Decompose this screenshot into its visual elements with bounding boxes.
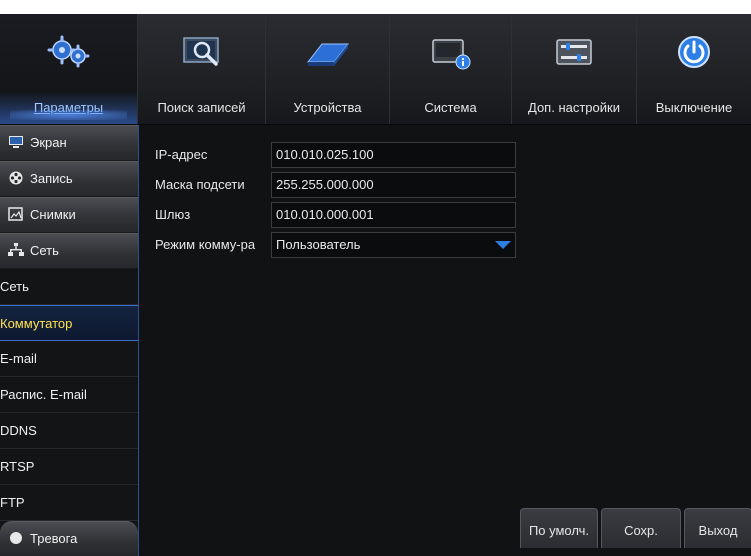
nav-tab-system[interactable]: Система	[390, 14, 512, 124]
subnet-mask-field[interactable]: 255.255.000.000	[271, 172, 516, 198]
switch-mode-label: Режим комму-ра	[155, 237, 256, 252]
network-icon	[8, 243, 24, 256]
advanced-settings-icon	[556, 39, 592, 65]
save-button[interactable]: Сохр.	[601, 508, 681, 548]
sidebar-item-email-schedule[interactable]: Распис. E-mail	[0, 377, 138, 413]
gateway-field[interactable]: 010.010.000.001	[271, 202, 516, 228]
ip-address-label: IP-адрес	[155, 147, 208, 162]
switch-mode-value: Пользователь	[276, 237, 361, 252]
nav-tab-advanced[interactable]: Доп. настройки	[512, 14, 637, 124]
nav-tab-devices[interactable]: Устройства	[266, 14, 390, 124]
nav-tab-label: Система	[424, 100, 477, 115]
gateway-label: Шлюз	[155, 207, 191, 222]
sidebar-section-label: Тревога	[30, 531, 78, 546]
sidebar-item-ddns[interactable]: DDNS	[0, 413, 138, 449]
dvr-settings-window: Параметры Поиск записей Устройства Систе…	[0, 14, 751, 556]
gears-icon	[47, 35, 89, 68]
switch-settings-panel: IP-адрес 010.010.025.100 Маска подсети 2…	[138, 125, 751, 556]
sidebar-item-email[interactable]: E-mail	[0, 341, 138, 377]
monitor-icon	[9, 136, 23, 148]
ip-address-field[interactable]: 010.010.025.100	[271, 142, 516, 168]
nav-tab-label: Поиск записей	[157, 100, 246, 115]
sidebar-section-snapshots[interactable]: Снимки	[0, 197, 138, 233]
nav-tab-shutdown[interactable]: Выключение	[637, 14, 751, 124]
nav-tab-search-records[interactable]: Поиск записей	[138, 14, 266, 124]
sidebar: Экран Запись Снимки Сеть Сеть Коммутатор…	[0, 125, 138, 556]
exit-button[interactable]: Выход	[684, 508, 751, 548]
nav-tab-parameters[interactable]: Параметры	[0, 14, 138, 124]
top-navigation: Параметры Поиск записей Устройства Систе…	[0, 14, 751, 125]
sidebar-section-alarm[interactable]: Тревога	[0, 521, 138, 556]
default-button[interactable]: По умолч.	[520, 508, 598, 548]
snapshot-icon	[8, 207, 23, 221]
hdd-icon	[306, 43, 349, 66]
sidebar-section-record[interactable]: Запись	[0, 161, 138, 197]
search-records-icon	[182, 37, 219, 66]
sidebar-section-label: Сеть	[30, 243, 59, 258]
sidebar-section-label: Экран	[30, 135, 67, 150]
nav-tab-label: Параметры	[33, 100, 104, 115]
sidebar-item-rtsp[interactable]: RTSP	[0, 449, 138, 485]
sidebar-section-network[interactable]: Сеть	[0, 233, 138, 269]
sidebar-item-switch[interactable]: Коммутатор	[0, 305, 138, 341]
nav-tab-label: Устройства	[293, 100, 362, 115]
sidebar-item-network[interactable]: Сеть	[0, 269, 138, 305]
nav-tab-label: Выключение	[655, 100, 733, 115]
subnet-mask-label: Маска подсети	[155, 177, 245, 192]
power-icon	[678, 36, 710, 68]
alarm-icon	[10, 532, 22, 544]
nav-tab-label: Доп. настройки	[528, 100, 620, 115]
sidebar-section-label: Запись	[30, 171, 73, 186]
sidebar-section-label: Снимки	[30, 207, 76, 222]
chevron-down-icon[interactable]	[495, 241, 511, 249]
system-info-icon	[431, 39, 470, 70]
film-reel-icon	[9, 171, 23, 185]
sidebar-section-display[interactable]: Экран	[0, 125, 138, 161]
switch-mode-select[interactable]: Пользователь	[271, 232, 516, 258]
sidebar-item-ftp[interactable]: FTP	[0, 485, 138, 521]
